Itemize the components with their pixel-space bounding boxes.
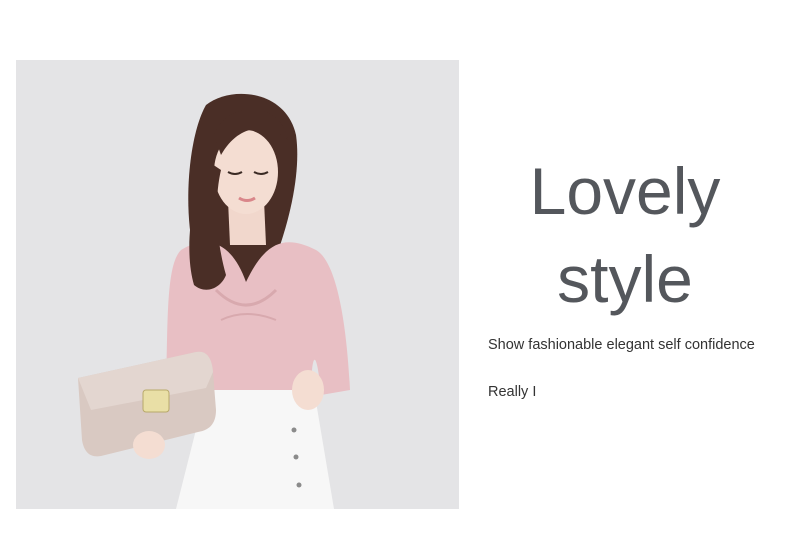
note-text: Really I: [488, 384, 537, 400]
tagline-text: Show fashionable elegant self confidence: [488, 337, 755, 353]
product-photo: [16, 60, 459, 509]
model-illustration: [16, 60, 459, 509]
headline-line-2: style: [557, 242, 693, 316]
headline-line-1: Lovely: [529, 154, 721, 228]
